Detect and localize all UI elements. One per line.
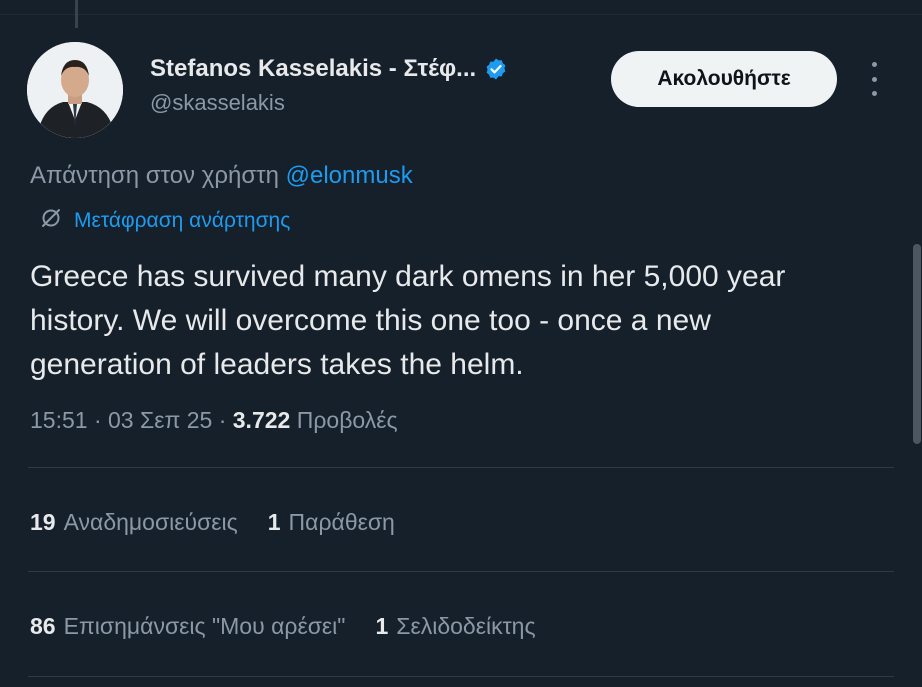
avatar-photo <box>27 42 123 138</box>
stats-row-reposts-quotes: 19 Αναδημοσιεύσεις 1 Παράθεση <box>30 509 395 536</box>
bookmarks-count: 1 <box>375 613 389 639</box>
author-name-row: Stefanos Kasselakis - Στέφ... <box>150 55 508 83</box>
quotes-label: Παράθεση <box>288 509 395 535</box>
translate-label: Μετάφραση ανάρτησης <box>74 208 291 232</box>
top-divider <box>0 14 922 15</box>
author-name[interactable]: Stefanos Kasselakis - Στέφ... <box>150 55 476 83</box>
quotes-stat[interactable]: 1 Παράθεση <box>268 509 395 536</box>
scrollbar[interactable] <box>913 244 921 444</box>
tweet-time[interactable]: 15:51 <box>30 407 88 433</box>
tweet-date[interactable]: 03 Σεπ 25 <box>108 407 212 433</box>
likes-stat[interactable]: 86 Επισημάνσεις "Μου αρέσει" <box>30 613 345 640</box>
divider <box>28 571 894 572</box>
likes-label: Επισημάνσεις "Μου αρέσει" <box>63 613 346 639</box>
divider <box>28 676 894 677</box>
views-label: Προβολές <box>296 407 398 433</box>
follow-button[interactable]: Ακολουθήστε <box>611 51 837 107</box>
tweet-meta: 15:51 · 03 Σεπ 25 · 3.722 Προβολές <box>30 407 398 433</box>
reposts-label: Αναδημοσιεύσεις <box>63 509 238 535</box>
avatar[interactable] <box>27 42 123 138</box>
reply-prefix: Απάντηση στον χρήστη <box>30 162 279 189</box>
bookmarks-stat[interactable]: 1 Σελιδοδείκτης <box>375 613 535 640</box>
translate-post-link[interactable]: Μετάφραση ανάρτησης <box>40 207 290 234</box>
likes-count: 86 <box>30 613 56 639</box>
stats-row-likes-bookmarks: 86 Επισημάνσεις "Μου αρέσει" 1 Σελιδοδείκτ… <box>30 613 536 640</box>
quotes-count: 1 <box>267 509 281 535</box>
divider <box>28 467 894 468</box>
reply-context: Απάντηση στον χρήστη @elonmusk <box>30 162 413 190</box>
reposts-count: 19 <box>30 509 56 535</box>
bookmarks-label: Σελιδοδείκτης <box>396 613 536 639</box>
globe-slash-icon <box>40 207 62 234</box>
author-handle[interactable]: @skasselakis <box>150 90 285 116</box>
more-options-icon[interactable] <box>862 62 886 96</box>
reposts-stat[interactable]: 19 Αναδημοσιεύσεις <box>30 509 238 536</box>
reply-mention-link[interactable]: @elonmusk <box>286 162 413 189</box>
views-count: 3.722 <box>232 407 291 433</box>
verified-badge-icon[interactable] <box>484 57 508 81</box>
tweet-text: Greece has survived many dark omens in h… <box>30 260 786 381</box>
thread-connector-line <box>75 0 78 28</box>
